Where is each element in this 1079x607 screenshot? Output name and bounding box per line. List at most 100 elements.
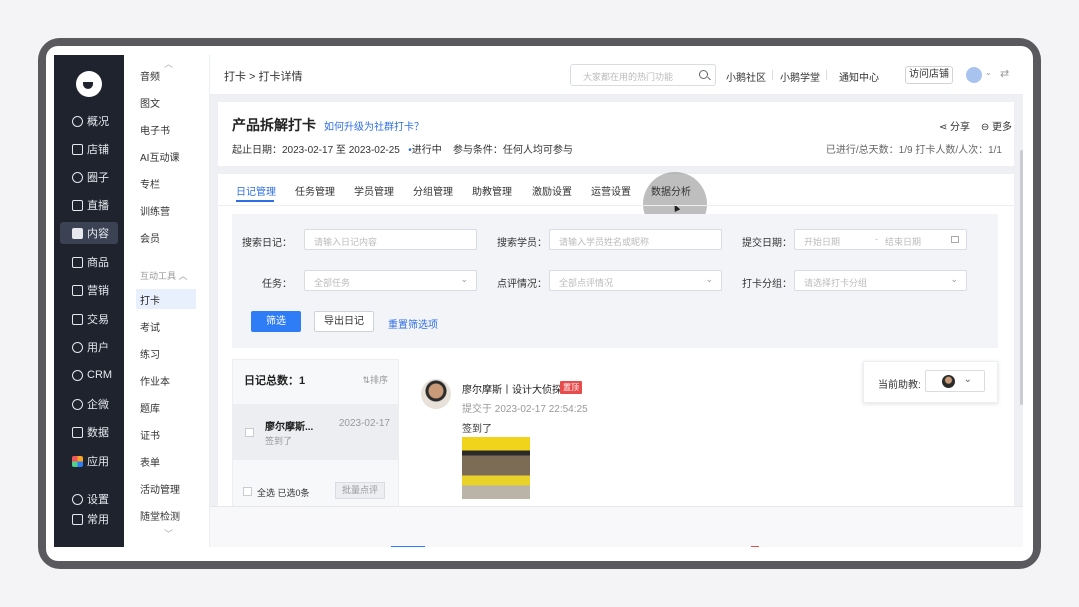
sort-button[interactable]: ⇅排序 — [362, 373, 388, 386]
share-button[interactable]: ⋖ 分享 — [939, 118, 970, 133]
content-icon — [72, 227, 83, 239]
pinned-badge: 置顶 — [560, 381, 582, 394]
avatar — [942, 375, 955, 388]
subnav-item-ai-course[interactable]: AI互动课 — [136, 146, 196, 166]
chevron-down-icon[interactable]: ﹀ — [164, 527, 173, 540]
trade-icon — [72, 313, 83, 325]
subnav-item-column[interactable]: 专栏 — [136, 173, 196, 193]
breadcrumb: 打卡 > 打卡详情 — [224, 71, 303, 83]
tab-operations[interactable]: 运营设置 — [591, 183, 631, 198]
tab-incentives[interactable]: 激励设置 — [532, 183, 572, 198]
share-icon: ⋖ — [938, 122, 950, 133]
search-input[interactable]: 大家都在用的热门功能 — [570, 64, 716, 86]
subnav-item-activity[interactable]: 活动管理 — [136, 478, 196, 498]
search-student-label: 搜索学员： — [497, 238, 547, 249]
student-search-input[interactable]: 请输入学员姓名或昵称 — [549, 229, 722, 250]
nav-item-goods[interactable]: 商品 — [60, 251, 118, 273]
assistant-selector-card: 当前助教: ⌄ — [863, 361, 998, 403]
more-icon: ⊖ — [980, 122, 992, 133]
chevron-down-icon: ⌄ — [705, 274, 713, 284]
more-button[interactable]: ⊖ 更多 — [981, 118, 1012, 133]
task-select[interactable]: 全部任务 ⌄ — [304, 270, 477, 291]
subnav-item-article[interactable]: 图文 — [136, 92, 196, 112]
checkin-meta: 起止日期：2023-02-17 至 2023-02-25 •进行中 参与条件：任… — [232, 145, 573, 156]
search-icon[interactable] — [699, 70, 708, 79]
taskbar-indicator — [391, 546, 425, 547]
subnav-item-camp[interactable]: 训练营 — [136, 200, 196, 220]
nav-item-content[interactable]: 内容 — [60, 222, 118, 244]
nav-item-crm[interactable]: CRM — [60, 364, 118, 386]
nav-item-data[interactable]: 数据 — [60, 421, 118, 443]
settings-icon — [72, 493, 83, 505]
subnav-item-ebook[interactable]: 电子书 — [136, 119, 196, 139]
post-author[interactable]: 廖尔摩斯丨设计大侦探 — [462, 381, 562, 396]
select-all-label: 全选 已选0条 — [257, 488, 310, 498]
nav-item-user[interactable]: 用户 — [60, 336, 118, 358]
active-tab-indicator — [236, 200, 274, 202]
nav-item-marketing[interactable]: 营销 — [60, 279, 118, 301]
subnav-item-form[interactable]: 表单 — [136, 451, 196, 471]
nav-item-settings[interactable]: 设置 — [60, 488, 118, 510]
nav-item-overview[interactable]: 概况 — [60, 110, 118, 132]
filter-button[interactable]: 筛选 — [251, 311, 301, 332]
data-icon — [72, 426, 83, 438]
date-range-picker[interactable]: 开始日期 - 结束日期 — [794, 229, 967, 250]
list-item[interactable]: 廖尔摩斯... 签到了 2023-02-17 — [233, 404, 398, 460]
select-all-checkbox[interactable] — [243, 487, 252, 496]
reset-filters-link[interactable]: 重置筛选项 — [388, 316, 438, 331]
megaphone-icon — [72, 284, 83, 296]
batch-review-button[interactable]: 批量点评 — [335, 482, 385, 499]
subnav-item-checkin[interactable]: 打卡 — [136, 289, 196, 309]
assistant-select[interactable]: ⌄ — [925, 370, 985, 392]
group-select[interactable]: 请选择打卡分组 ⌄ — [794, 270, 967, 291]
scrollbar[interactable] — [1020, 150, 1023, 405]
nav-item-live[interactable]: 直播 — [60, 194, 118, 216]
chevron-down-icon: ⌄ — [950, 274, 958, 284]
divider — [218, 205, 1014, 206]
subnav-item-practice[interactable]: 练习 — [136, 343, 196, 363]
tab-assistants[interactable]: 助教管理 — [472, 183, 512, 198]
apps-icon — [72, 455, 83, 467]
subnav-item-question-bank[interactable]: 题库 — [136, 397, 196, 417]
tab-tasks[interactable]: 任务管理 — [295, 183, 335, 198]
visit-store-button[interactable]: 访问店铺 — [905, 66, 953, 84]
post-content: 签到了 — [462, 424, 492, 435]
post-image[interactable] — [462, 437, 530, 499]
tab-analytics[interactable]: 数据分析 — [651, 183, 691, 198]
tab-students[interactable]: 学员管理 — [354, 183, 394, 198]
nav-item-store[interactable]: 店铺 — [60, 138, 118, 160]
tab-diary[interactable]: 日记管理 — [236, 183, 276, 198]
export-diary-button[interactable]: 导出日记 — [314, 311, 374, 332]
row-checkbox[interactable] — [245, 428, 254, 437]
nav-item-community[interactable]: 圈子 — [60, 166, 118, 188]
diary-search-input[interactable]: 请输入日记内容 — [304, 229, 477, 250]
subnav-item-audio[interactable]: 音频 — [136, 65, 196, 85]
status-dot-icon: • — [402, 145, 412, 156]
link-notifications[interactable]: 通知中心 — [839, 69, 879, 84]
subnav-item-certificate[interactable]: 证书 — [136, 424, 196, 444]
subnav-item-exam[interactable]: 考试 — [136, 316, 196, 336]
nav-item-apps[interactable]: 应用 — [60, 450, 118, 472]
top-header: 打卡 > 打卡详情 大家都在用的热门功能 小鹅社区 小鹅学堂 通知中心 访问店铺… — [210, 55, 1023, 95]
upgrade-link[interactable]: 如何升级为社群打卡？ — [324, 118, 424, 133]
subnav-item-quiz[interactable]: 随堂检测 — [136, 505, 196, 525]
submit-date-label: 提交日期： — [742, 238, 792, 249]
subnav-group-label[interactable]: 互动工具 ︿ — [140, 269, 188, 282]
avatar[interactable] — [966, 67, 982, 83]
nav-item-frequent[interactable]: 常用 — [60, 508, 118, 530]
subnav-item-homework[interactable]: 作业本 — [136, 370, 196, 390]
list-item-name: 廖尔摩斯... — [265, 422, 314, 433]
nav-item-wecom[interactable]: 企微 — [60, 393, 118, 415]
link-community[interactable]: 小鹅社区 — [726, 69, 766, 84]
review-label: 点评情况： — [497, 279, 547, 290]
clock-icon — [72, 115, 83, 127]
user-icon — [72, 341, 83, 353]
chevron-down-icon[interactable]: ⌄ — [985, 68, 992, 77]
calendar-icon — [951, 236, 959, 243]
switch-icon[interactable]: ⇄ — [1000, 67, 1009, 80]
tab-groups[interactable]: 分组管理 — [413, 183, 453, 198]
link-academy[interactable]: 小鹅学堂 — [780, 69, 820, 84]
review-select[interactable]: 全部点评情况 ⌄ — [549, 270, 722, 291]
subnav-item-member[interactable]: 会员 — [136, 227, 196, 247]
nav-item-trade[interactable]: 交易 — [60, 308, 118, 330]
